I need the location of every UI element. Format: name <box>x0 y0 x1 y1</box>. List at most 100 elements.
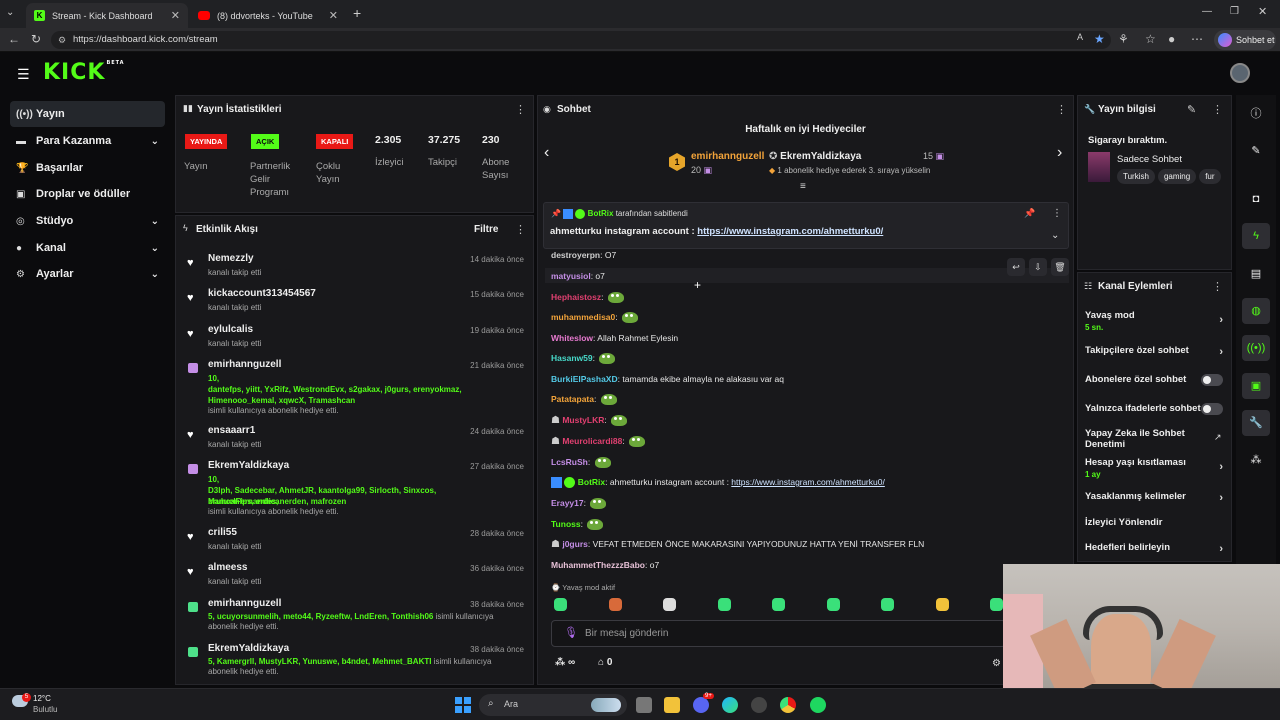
activity-menu-icon[interactable]: ⋮ <box>515 223 526 236</box>
taskbar-search[interactable]: ⌕ Ara <box>479 694 627 716</box>
next-arrow-icon[interactable]: › <box>1057 144 1062 162</box>
action-emotes-only[interactable]: Yalnızca ifadelerle sohbet <box>1085 403 1225 415</box>
pinned-menu-icon[interactable]: ⋮ <box>1052 208 1062 219</box>
tag[interactable]: fur <box>1199 169 1221 184</box>
camera-icon[interactable]: ◘ <box>1242 186 1270 212</box>
info-icon[interactable]: ⓘ <box>1242 101 1270 127</box>
activity-user[interactable]: Nemezzly <box>208 253 254 264</box>
chat-input[interactable]: 🎙 Bir mesaj gönderin <box>551 620 1006 647</box>
stream-info-menu-icon[interactable]: ⋮ <box>1212 103 1223 116</box>
maximize-icon[interactable]: ❐ <box>1230 6 1239 17</box>
bolt-icon[interactable]: ϟ <box>1242 223 1270 249</box>
chat-settings-icon[interactable]: ⚙ <box>992 658 1001 669</box>
wrench-icon[interactable]: 🔧 <box>1242 410 1270 436</box>
file-explorer-icon[interactable] <box>664 697 680 713</box>
chat-bubble-icon[interactable]: ◍ <box>1242 298 1270 324</box>
chat-username[interactable]: Patatapata <box>551 394 594 404</box>
app-icon[interactable] <box>751 697 767 713</box>
minimize-icon[interactable]: — <box>1202 6 1212 17</box>
pinned-link[interactable]: https://www.instagram.com/ahmetturku0/ <box>697 226 883 237</box>
chat-link[interactable]: https://www.instagram.com/ahmetturku0/ <box>731 477 885 487</box>
task-view-icon[interactable] <box>636 697 652 713</box>
sidebar-item-droplar[interactable]: ▣ Droplar ve ödüller <box>10 181 165 207</box>
stats-menu-icon[interactable]: ⋮ <box>515 103 526 116</box>
read-aloud-icon[interactable]: A <box>1077 32 1083 42</box>
activity-user[interactable]: almeess <box>208 562 247 573</box>
tag[interactable]: gaming <box>1157 169 1197 184</box>
unpin-icon[interactable]: 📌 <box>1024 208 1035 219</box>
chat-username[interactable]: muhammedisa0 <box>551 312 615 322</box>
back-icon[interactable]: ← <box>8 32 20 46</box>
more-icon[interactable]: ⋯ <box>1191 32 1203 46</box>
action-subscribers-only[interactable]: Abonelere özel sohbet <box>1085 374 1225 386</box>
action-raid[interactable]: İzleyici Yönlendir <box>1085 517 1225 528</box>
menu-icon[interactable]: ☰ <box>17 66 30 83</box>
emote-icon[interactable] <box>881 598 894 611</box>
chat-username[interactable]: MustyLKR <box>562 415 604 425</box>
activity-user[interactable]: ensaaarr1 <box>208 425 255 436</box>
expand-chevron-icon[interactable]: ⌄ <box>1051 230 1059 241</box>
discord-icon[interactable] <box>693 697 709 713</box>
store-button[interactable]: ⌂ 0 <box>598 657 612 668</box>
collapse-handle-icon[interactable]: ≡ <box>800 181 806 192</box>
chat-username[interactable]: Erayy17 <box>551 498 584 508</box>
reply-icon[interactable]: ↩ <box>1007 258 1025 276</box>
emote-icon[interactable] <box>663 598 676 611</box>
edge-icon[interactable] <box>722 697 738 713</box>
users-icon[interactable]: ⁂ <box>1242 447 1270 473</box>
sidebar-item-kanal[interactable]: ● Kanal ⌄ <box>10 235 165 261</box>
action-goals[interactable]: Hedefleri belirleyin › <box>1085 542 1225 555</box>
action-followers-only[interactable]: Takipçilere özel sohbet › <box>1085 345 1225 358</box>
chat-username[interactable]: BurkiElPashaXD <box>551 374 618 384</box>
profile-avatar-icon[interactable]: ● <box>1168 32 1175 46</box>
chat-username[interactable]: MuhammetThezzzBabo <box>551 560 645 570</box>
sidebar-item-para-kazanma[interactable]: ▬ Para Kazanma ⌄ <box>10 128 165 154</box>
pin-message-icon[interactable]: ⇩ <box>1029 258 1047 276</box>
kick-logo[interactable]: KICKBETA <box>43 60 125 85</box>
tab-youtube[interactable]: (8) ddvorteks - YouTube ✕ <box>190 3 346 28</box>
chat-username[interactable]: Tunoss <box>551 519 581 529</box>
chat-username[interactable]: Whiteslow <box>551 333 593 343</box>
site-info-icon[interactable]: ⚙ <box>58 31 66 49</box>
emote-icon[interactable] <box>554 598 567 611</box>
broadcast-icon[interactable]: ((•)) <box>1242 335 1270 361</box>
action-ai-moderation[interactable]: Yapay Zeka ile Sohbet Denetimi <box>1085 428 1203 450</box>
action-account-age[interactable]: Hesap yaşı kısıtlaması 1 ay › <box>1085 457 1225 479</box>
chrome-icon[interactable] <box>780 697 796 713</box>
chat-username[interactable]: Hephaistosz <box>551 292 601 302</box>
copilot-button[interactable]: Sohbet et <box>1214 30 1276 50</box>
edit-icon[interactable]: ✎ <box>1187 103 1196 116</box>
new-tab-icon[interactable]: + <box>353 5 361 21</box>
user-avatar[interactable] <box>1230 63 1250 83</box>
channel-points[interactable]: ⁂ ∞ <box>555 657 575 668</box>
sidebar-item-basarilar[interactable]: 🏆 Başarılar <box>10 155 165 181</box>
filter-button[interactable]: Filtre <box>474 224 498 235</box>
delete-icon[interactable]: 🗑 <box>1051 258 1069 276</box>
emote-icon[interactable] <box>772 598 785 611</box>
weather-text[interactable]: Bulutlu <box>33 705 57 714</box>
favorite-star-icon[interactable]: ★ <box>1094 32 1105 46</box>
chat-username[interactable]: j0gurs <box>562 539 588 549</box>
sidebar-item-ayarlar[interactable]: ⚙ Ayarlar ⌄ <box>10 261 165 287</box>
chat-username[interactable]: Hasanw59 <box>551 353 593 363</box>
microphone-icon[interactable]: 🎙 <box>564 626 578 639</box>
close-tab-icon[interactable]: ✕ <box>329 9 338 22</box>
extensions-icon[interactable]: ⚘ <box>1118 32 1129 46</box>
toggle-switch[interactable] <box>1201 403 1223 415</box>
windows-start-icon[interactable] <box>455 697 471 713</box>
emote-icon[interactable] <box>990 598 1003 611</box>
emote-icon[interactable] <box>608 598 622 611</box>
close-tab-icon[interactable]: ✕ <box>171 9 180 22</box>
chat-username[interactable]: LcsRuSh <box>551 457 588 467</box>
reload-icon[interactable]: ↻ <box>31 32 41 46</box>
sidebar-item-yayin[interactable]: ((•)) Yayın <box>10 101 165 127</box>
activity-user[interactable]: crili55 <box>208 527 237 538</box>
weather-temp[interactable]: 12°C <box>33 694 51 703</box>
emote-icon[interactable] <box>826 598 840 611</box>
activity-user[interactable]: EkremYaldizkaya <box>208 643 289 654</box>
emote-icon[interactable] <box>935 598 949 611</box>
favorites-icon[interactable]: ☆ <box>1145 32 1156 46</box>
activity-user[interactable]: emirhannguzell <box>208 598 281 609</box>
external-link-icon[interactable]: ↗ <box>1214 432 1222 443</box>
chat-username[interactable]: Meurolicardi88 <box>562 436 622 446</box>
